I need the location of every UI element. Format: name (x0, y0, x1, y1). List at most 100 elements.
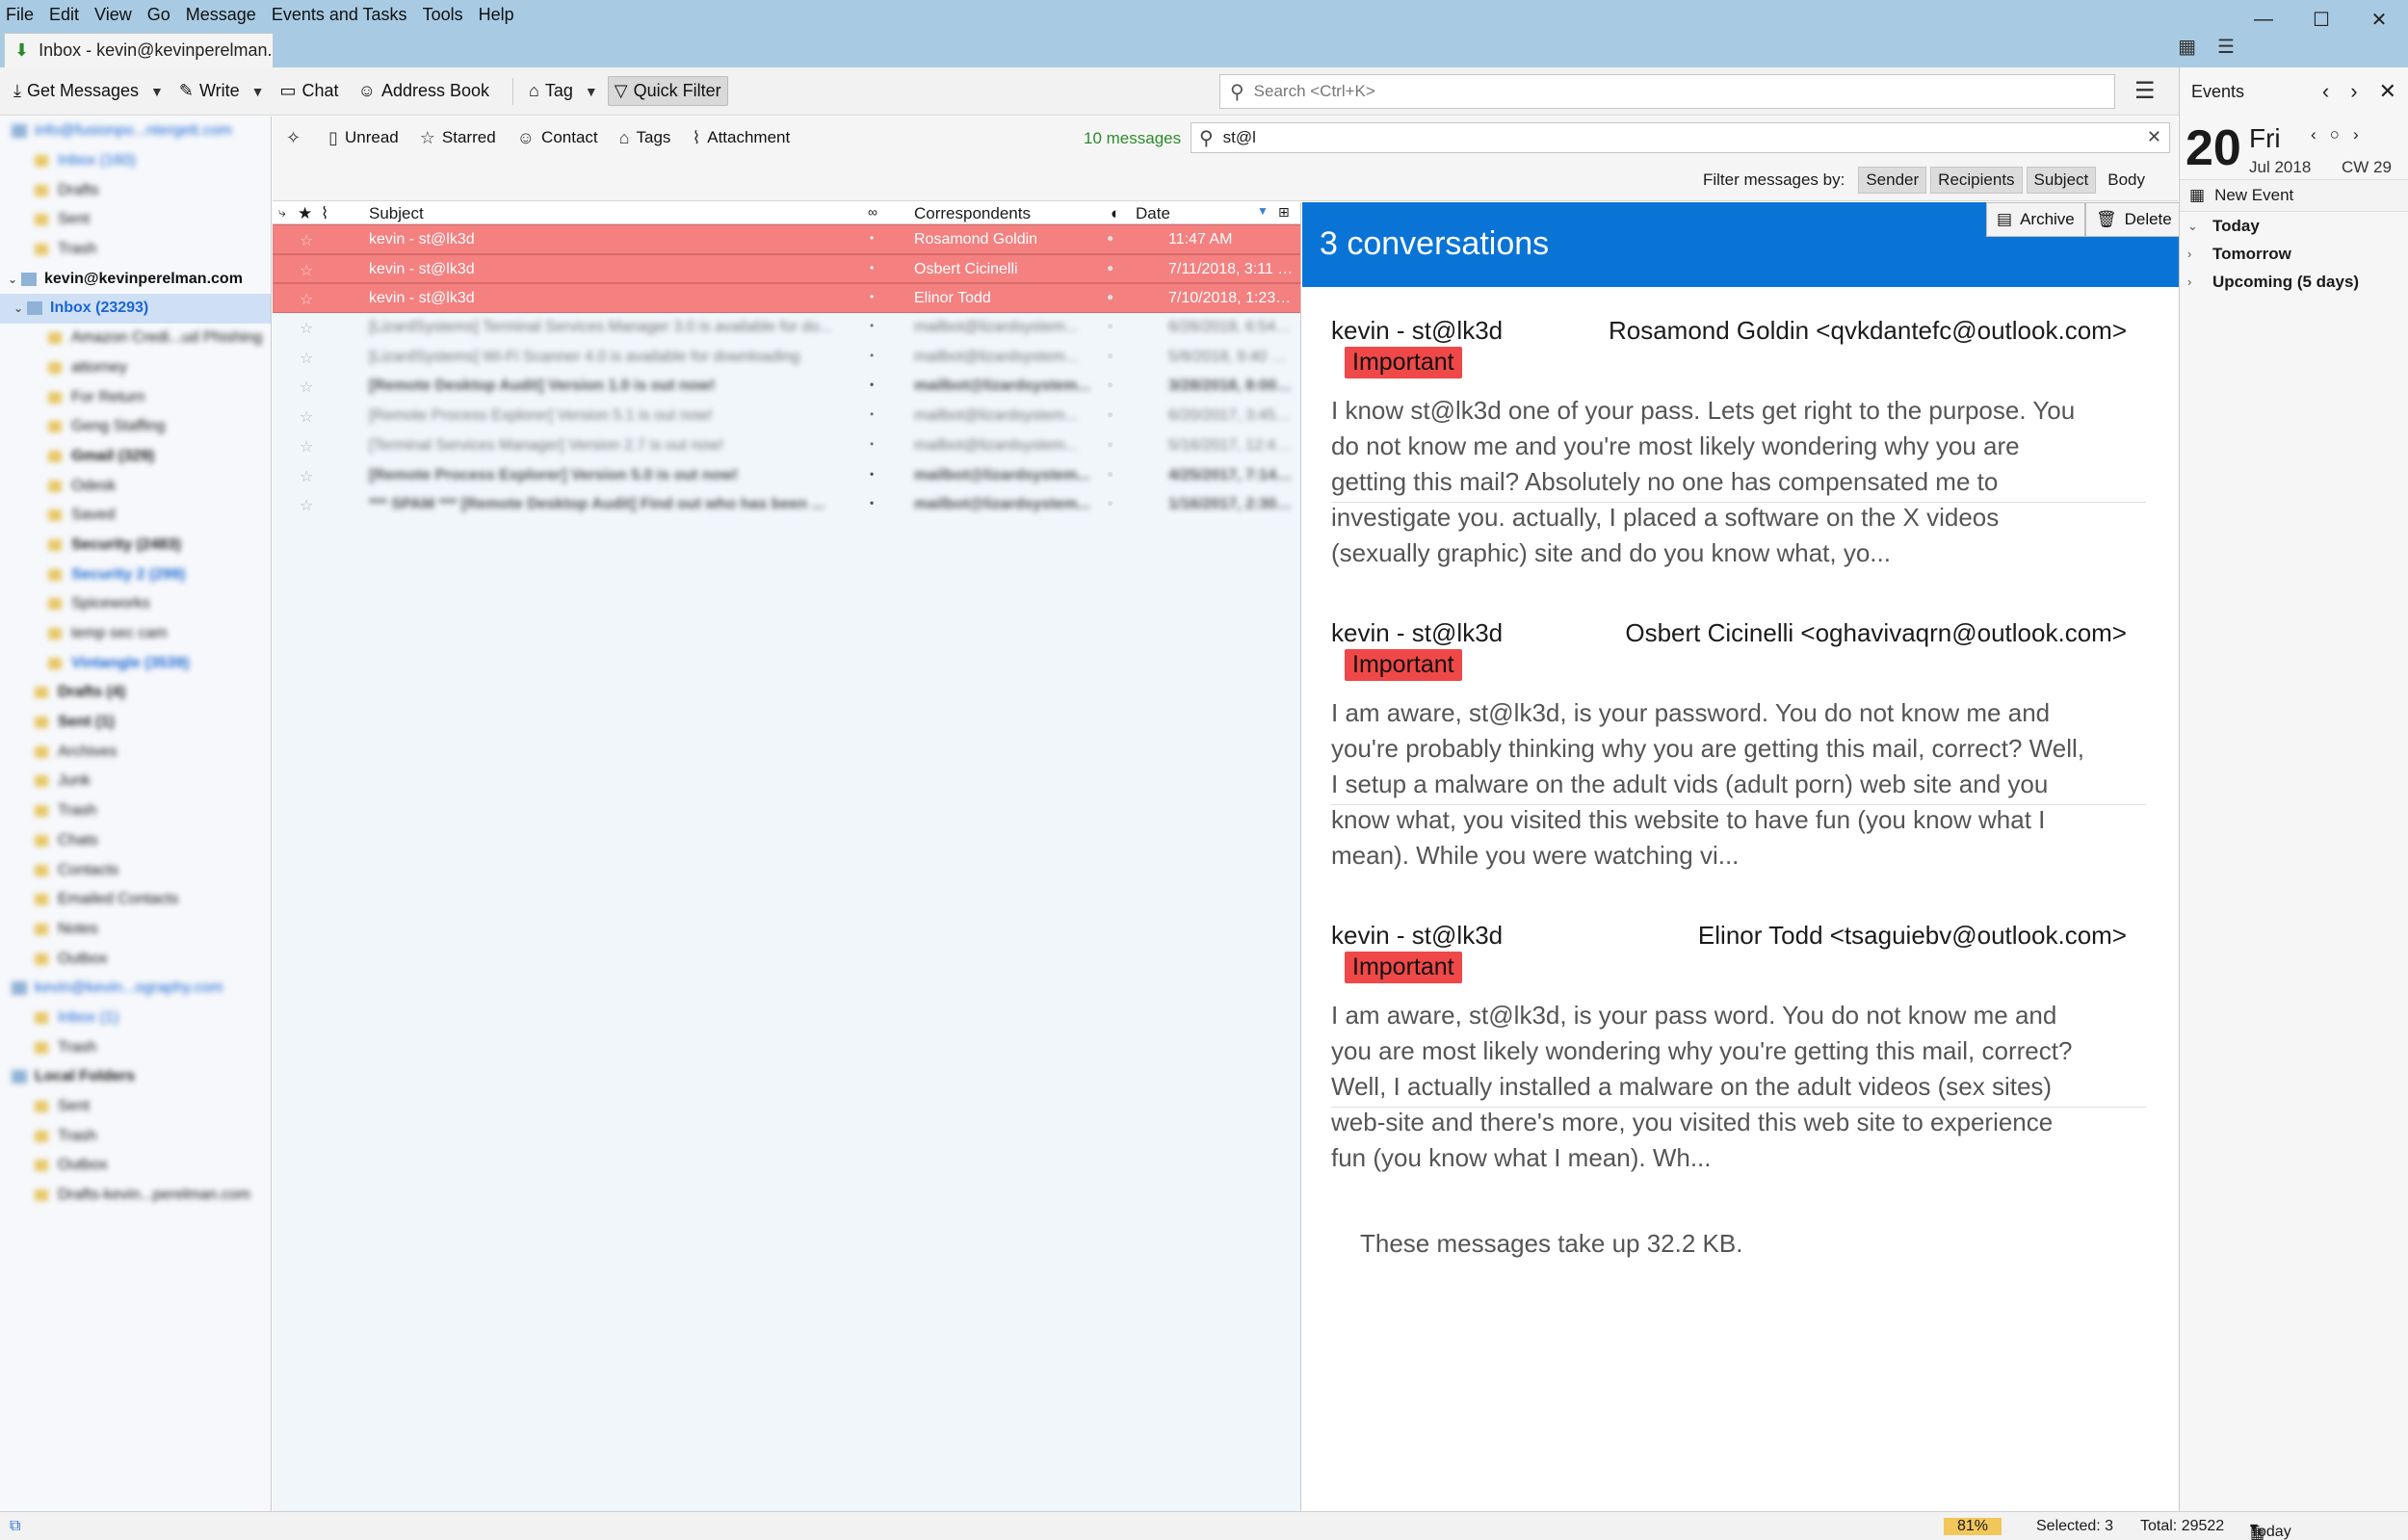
read-status-icon[interactable]: ● (1107, 349, 1113, 362)
folder-row[interactable]: Outbox (0, 944, 271, 974)
menu-help[interactable]: Help (479, 5, 514, 25)
table-row[interactable]: ☆ [LizardSystems] Wi-Fi Scanner 4.0 is av… (273, 343, 1300, 373)
quick-filter-button[interactable]: ▽ Quick Filter (607, 76, 728, 106)
global-search-input[interactable]: ⚲ Search <Ctrl+K> (1219, 74, 2115, 109)
today-pane-toggle[interactable]: ▦ Today Pane ▾ (2250, 1518, 2291, 1540)
read-status-icon[interactable]: ● (1107, 437, 1113, 451)
folder-row[interactable]: Contacts (0, 855, 271, 885)
junk-status-icon[interactable]: • (870, 496, 874, 509)
folder-row[interactable]: Sent (1) (0, 708, 271, 738)
menu-file[interactable]: File (6, 5, 34, 25)
junk-status-icon[interactable]: • (870, 231, 874, 245)
menu-view[interactable]: View (94, 5, 132, 25)
chevron-left-icon[interactable]: ‹ (2311, 125, 2316, 144)
chat-button[interactable]: ▭ Chat (275, 77, 345, 105)
star-icon[interactable]: ☆ (300, 467, 313, 486)
maximize-icon[interactable]: ☐ (2292, 0, 2350, 39)
table-row[interactable]: ☆ [LizardSystems] Terminal Services Manag… (273, 313, 1300, 343)
get-messages-button[interactable]: ⤓ Get Messages (8, 77, 144, 105)
table-row[interactable]: ☆ [Remote Desktop Audit] Version 1.0 is o… (273, 372, 1300, 402)
folder-row[interactable]: Archives (0, 737, 271, 767)
account-row[interactable]: ⌄ Inbox (23293) (0, 294, 271, 324)
junk-status-icon[interactable]: • (870, 319, 874, 332)
menu-message[interactable]: Message (186, 5, 256, 25)
star-icon[interactable]: ☆ (300, 231, 313, 250)
star-icon[interactable]: ☆ (300, 319, 313, 338)
table-row[interactable]: ☆ kevin - st@lk3d • Elinor Todd ● 7/10/2018, … (273, 283, 1300, 314)
read-status-icon[interactable]: ● (1107, 378, 1113, 391)
star-column-icon[interactable]: ★ (298, 204, 312, 223)
folder-row[interactable]: attorney (0, 353, 271, 383)
table-row[interactable]: ☆ *** SPAM *** [Remote Desktop Audit] Fin… (273, 490, 1300, 520)
previous-day-icon[interactable]: ‹ (2322, 79, 2329, 104)
folder-row[interactable]: Sent (0, 205, 271, 235)
menu-events-and-tasks[interactable]: Events and Tasks (272, 5, 407, 25)
tag-button[interactable]: ⌂ Tag (523, 77, 579, 105)
junk-status-icon[interactable]: • (870, 349, 874, 362)
account-row[interactable]: kevin@kevin...ography.com (0, 974, 271, 1004)
star-icon[interactable]: ☆ (300, 496, 313, 515)
menu-go[interactable]: Go (147, 5, 170, 25)
chevron-down-icon[interactable]: ⌄ (8, 273, 21, 286)
thread-column-icon[interactable]: ⤷ (278, 204, 286, 221)
filter-subject-toggle[interactable]: Subject (2026, 167, 2097, 194)
folder-row[interactable]: Gmail (329) (0, 442, 271, 472)
folder-row[interactable]: Notes (0, 915, 271, 945)
read-status-icon[interactable]: ● (1107, 290, 1113, 303)
minimize-icon[interactable]: — (2235, 0, 2292, 39)
folder-row[interactable]: Trash (0, 1032, 271, 1062)
junk-status-icon[interactable]: • (870, 407, 874, 421)
calendar-icon[interactable]: ▦ (2178, 35, 2196, 59)
star-icon[interactable]: ☆ (300, 407, 313, 427)
close-pane-icon[interactable]: ✕ (2379, 79, 2396, 104)
attachment-filter-button[interactable]: ⌇ Attachment (692, 128, 790, 148)
folder-row[interactable]: Emailed Contacts (0, 885, 271, 915)
conversation-summary[interactable]: kevin - st@lk3d Elinor Todd <tsaguiebv@o… (1331, 921, 2146, 1172)
junk-status-icon[interactable]: • (870, 378, 874, 391)
read-status-icon[interactable]: ● (1107, 496, 1113, 509)
folder-row[interactable]: Vintangle (3539) (0, 648, 271, 678)
folder-row[interactable]: Inbox (1) (0, 1004, 271, 1033)
agenda-today[interactable]: ⌄ Today (2180, 212, 2408, 240)
agenda-upcoming[interactable]: › Upcoming (5 days) (2180, 268, 2408, 296)
folder-row[interactable]: Odesk (0, 471, 271, 501)
conversation-summary[interactable]: kevin - st@lk3d Osbert Cicinelli <oghavi… (1331, 618, 2146, 870)
date-column-header[interactable]: Date (1136, 204, 1170, 223)
delete-button[interactable]: 🗑 Delete (2085, 202, 2183, 237)
folder-row[interactable]: Junk (0, 767, 271, 796)
folder-row[interactable]: Amazon Credi...ud Phishing (0, 324, 271, 353)
folder-row[interactable]: Inbox (160) (0, 146, 271, 176)
read-status-icon[interactable]: ● (1107, 319, 1113, 332)
tasks-icon[interactable]: ☰ (2217, 35, 2235, 59)
junk-status-icon[interactable]: • (870, 467, 874, 481)
chevron-right-icon[interactable]: › (2353, 125, 2359, 144)
contact-filter-button[interactable]: ☺ Contact (517, 128, 598, 148)
write-button[interactable]: ✎ Write (173, 77, 246, 105)
account-row[interactable]: Local Folders (0, 1062, 271, 1092)
menu-tools[interactable]: Tools (423, 5, 463, 25)
account-row[interactable]: info@fusionpo...ntergett.com (0, 117, 271, 146)
folder-row[interactable]: Geng Staffing (0, 412, 271, 442)
folder-row[interactable]: Trash (0, 796, 271, 826)
folder-row[interactable]: Outbox (0, 1151, 271, 1181)
column-picker-icon[interactable]: ⊞ (1278, 204, 1290, 221)
quick-filter-search-input[interactable]: ⚲ st@l ✕ (1191, 122, 2170, 153)
junk-status-icon[interactable]: • (870, 437, 874, 451)
table-row[interactable]: ☆ [Remote Process Explorer] Version 5.1 i… (273, 402, 1300, 431)
junk-status-icon[interactable]: • (870, 290, 874, 303)
address-book-button[interactable]: ☺ Address Book (353, 77, 495, 105)
filter-recipients-toggle[interactable]: Recipients (1930, 167, 2023, 194)
star-icon[interactable]: ☆ (300, 290, 313, 309)
filter-body-toggle[interactable]: Body (2100, 167, 2153, 194)
get-messages-dropdown-icon[interactable]: ▼ (150, 84, 164, 99)
chevron-down-icon[interactable]: ⌄ (13, 301, 27, 315)
tag-dropdown-icon[interactable]: ▼ (585, 84, 598, 99)
next-day-icon[interactable]: › (2350, 79, 2357, 104)
tags-filter-button[interactable]: ⌂ Tags (619, 128, 671, 148)
close-icon[interactable]: ✕ (2350, 0, 2408, 39)
folder-row[interactable]: Drafts-kevin...perelman.com (0, 1181, 271, 1211)
folder-row[interactable]: For Return (0, 382, 271, 412)
new-event-button[interactable]: ▦ New Event (2180, 179, 2408, 212)
folder-row[interactable]: Security 2 (299) (0, 560, 271, 589)
read-status-icon[interactable]: ● (1107, 467, 1113, 481)
